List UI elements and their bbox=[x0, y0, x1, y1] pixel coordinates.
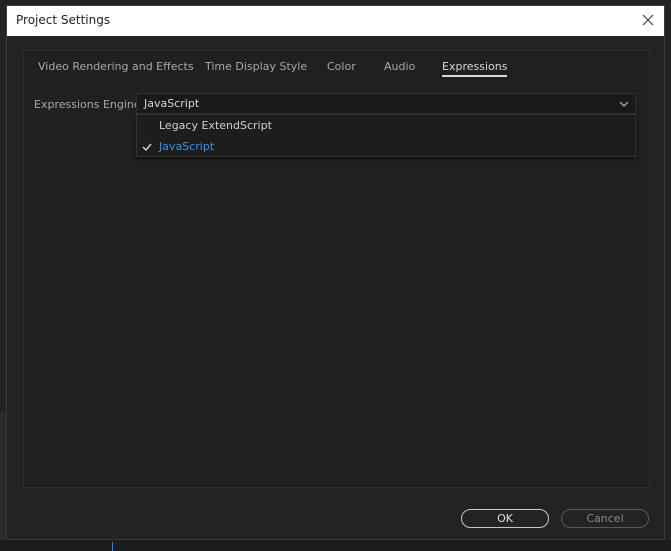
tab-time-display-style[interactable]: Time Display Style bbox=[205, 60, 307, 73]
tab-video-rendering[interactable]: Video Rendering and Effects bbox=[38, 60, 194, 73]
option-label: Legacy ExtendScript bbox=[159, 119, 272, 132]
timeline-playhead bbox=[112, 542, 113, 551]
check-icon bbox=[142, 143, 152, 152]
backdrop-timeline bbox=[0, 540, 671, 551]
tab-bar: Video Rendering and Effects Time Display… bbox=[24, 57, 649, 79]
cancel-button[interactable]: Cancel bbox=[561, 509, 649, 528]
tab-expressions[interactable]: Expressions bbox=[442, 60, 508, 77]
close-icon bbox=[642, 14, 654, 26]
project-settings-dialog: Project Settings Video Rendering and Eff… bbox=[6, 5, 665, 540]
expressions-engine-dropdown: Legacy ExtendScript JavaScript bbox=[136, 114, 636, 157]
expressions-engine-select[interactable]: JavaScript bbox=[136, 93, 636, 114]
settings-panel: Video Rendering and Effects Time Display… bbox=[23, 50, 650, 488]
option-label: JavaScript bbox=[159, 140, 215, 153]
title-bar: Project Settings bbox=[7, 6, 664, 36]
close-button[interactable] bbox=[640, 12, 656, 28]
tab-audio[interactable]: Audio bbox=[384, 60, 415, 73]
tab-color[interactable]: Color bbox=[327, 60, 356, 73]
option-javascript[interactable]: JavaScript bbox=[137, 137, 635, 157]
option-legacy-extendscript[interactable]: Legacy ExtendScript bbox=[137, 116, 635, 136]
window-title: Project Settings bbox=[16, 13, 111, 27]
selected-value: JavaScript bbox=[144, 97, 200, 110]
chevron-down-icon bbox=[619, 101, 629, 107]
ok-button[interactable]: OK bbox=[461, 509, 549, 528]
expressions-engine-label: Expressions Engine: bbox=[34, 98, 145, 111]
